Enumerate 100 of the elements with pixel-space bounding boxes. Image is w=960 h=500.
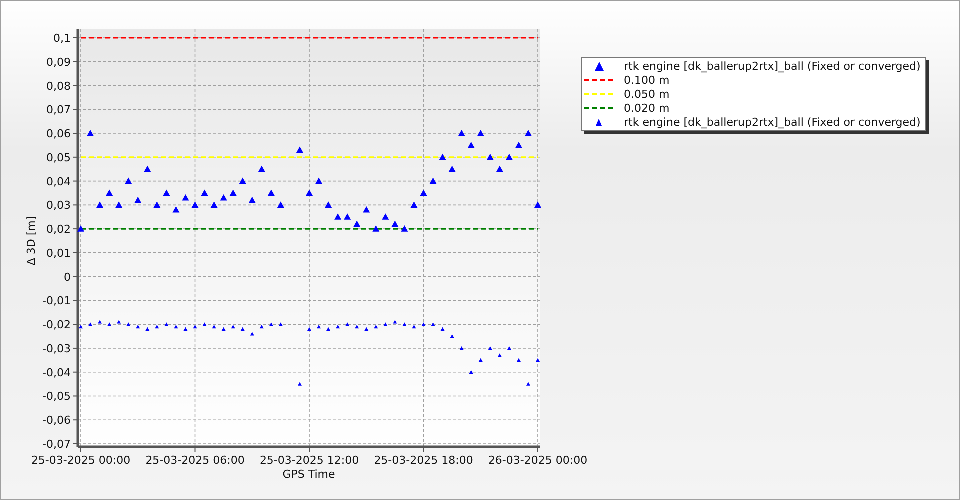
x-tick-label: 25-03-2025 06:00 bbox=[146, 454, 245, 467]
data-point bbox=[193, 324, 198, 329]
data-point bbox=[422, 322, 426, 326]
data-point bbox=[79, 324, 83, 329]
data-point bbox=[384, 322, 388, 326]
data-point bbox=[240, 327, 245, 331]
data-point bbox=[440, 327, 445, 331]
x-tick-label: 25-03-2025 18:00 bbox=[374, 454, 474, 467]
data-point bbox=[506, 154, 513, 160]
data-point bbox=[248, 196, 256, 204]
data-point bbox=[401, 226, 408, 232]
y-tick-label: 0,02 bbox=[46, 223, 71, 236]
legend-label: 0.020 m bbox=[624, 102, 670, 114]
data-point bbox=[239, 178, 246, 184]
data-point bbox=[155, 324, 160, 329]
y-tick-label: 0,03 bbox=[46, 199, 71, 212]
data-point bbox=[516, 358, 521, 362]
data-point bbox=[469, 370, 474, 374]
y-tick-label: -0,01 bbox=[42, 294, 71, 308]
data-point bbox=[87, 130, 94, 136]
data-point bbox=[306, 190, 313, 196]
data-point bbox=[336, 324, 340, 329]
data-point bbox=[250, 332, 254, 336]
data-point bbox=[164, 322, 169, 326]
data-point bbox=[402, 322, 407, 326]
y-tick-label: -0,07 bbox=[42, 438, 71, 451]
data-point bbox=[163, 190, 170, 196]
data-point bbox=[431, 322, 436, 326]
data-point bbox=[174, 324, 178, 329]
data-point bbox=[144, 166, 152, 172]
data-point bbox=[430, 178, 437, 184]
y-tick-label: 0,1 bbox=[54, 32, 71, 45]
data-point bbox=[277, 202, 284, 208]
data-point bbox=[515, 142, 522, 148]
y-tick-label: 0,06 bbox=[46, 128, 71, 141]
legend-label: rtk engine [dk_ballerup2rtx]_ball (Fixed or converged) bbox=[624, 116, 921, 128]
data-point bbox=[354, 220, 361, 228]
data-point bbox=[478, 358, 483, 362]
data-point bbox=[498, 354, 502, 358]
data-point bbox=[448, 166, 456, 172]
data-point bbox=[125, 178, 132, 184]
y-tick-label: -0,03 bbox=[42, 342, 71, 356]
data-point bbox=[202, 322, 207, 326]
data-point bbox=[363, 206, 370, 213]
data-point bbox=[126, 322, 131, 326]
y-tick-label: -0,06 bbox=[42, 414, 71, 428]
data-point bbox=[325, 202, 332, 208]
data-point bbox=[355, 324, 360, 329]
data-point bbox=[231, 324, 236, 329]
y-tick-label: 0,05 bbox=[46, 151, 71, 164]
y-tick-label: 0,04 bbox=[46, 175, 71, 188]
data-point bbox=[488, 346, 492, 350]
data-point bbox=[477, 130, 484, 136]
data-point bbox=[392, 220, 399, 228]
data-point bbox=[486, 154, 494, 160]
legend-label: 0.050 m bbox=[624, 88, 670, 100]
y-tick-label: 0,01 bbox=[46, 246, 71, 260]
data-point bbox=[317, 324, 322, 329]
data-point bbox=[374, 324, 378, 329]
data-point bbox=[460, 346, 464, 350]
data-point bbox=[220, 194, 228, 201]
data-point bbox=[154, 202, 161, 208]
data-point bbox=[78, 226, 84, 232]
data-point bbox=[116, 202, 123, 208]
x-tick-label: 26-03-2025 00:00 bbox=[488, 454, 588, 467]
y-tick-label: -0,02 bbox=[42, 318, 71, 332]
y-tick-label: 0,08 bbox=[46, 80, 71, 93]
data-point bbox=[146, 327, 150, 331]
data-point bbox=[393, 320, 398, 324]
data-point bbox=[269, 322, 274, 326]
y-tick-label: 0,09 bbox=[46, 56, 71, 69]
y-tick-label: 0 bbox=[64, 270, 71, 284]
x-axis-title: GPS Time bbox=[282, 468, 336, 481]
data-point bbox=[88, 322, 93, 326]
data-point bbox=[230, 190, 237, 196]
data-point bbox=[372, 226, 380, 232]
data-point bbox=[526, 382, 530, 386]
data-point bbox=[106, 190, 114, 196]
legend-label: rtk engine [dk_ballerup2rtx]_ball (Fixed or converged) bbox=[624, 60, 921, 72]
data-point bbox=[458, 130, 466, 136]
y-tick-label: -0,04 bbox=[42, 366, 71, 380]
data-point bbox=[507, 346, 512, 350]
data-point bbox=[536, 358, 540, 362]
data-point bbox=[346, 322, 350, 326]
data-point bbox=[201, 190, 208, 196]
data-point bbox=[524, 130, 532, 136]
data-point bbox=[534, 202, 542, 208]
data-point bbox=[326, 327, 331, 331]
data-point bbox=[468, 142, 475, 148]
y-axis-title: Δ 3D [m] bbox=[25, 216, 38, 266]
data-point bbox=[182, 194, 190, 201]
x-tick-label: 25-03-2025 00:00 bbox=[31, 454, 131, 467]
data-point bbox=[212, 324, 216, 329]
y-tick-label: -0,05 bbox=[42, 390, 71, 404]
data-point bbox=[316, 178, 323, 184]
data-point bbox=[308, 327, 312, 331]
x-tick-label: 25-03-2025 12:00 bbox=[260, 454, 360, 467]
data-point bbox=[344, 214, 352, 220]
data-point bbox=[108, 322, 112, 326]
data-point bbox=[382, 214, 390, 220]
